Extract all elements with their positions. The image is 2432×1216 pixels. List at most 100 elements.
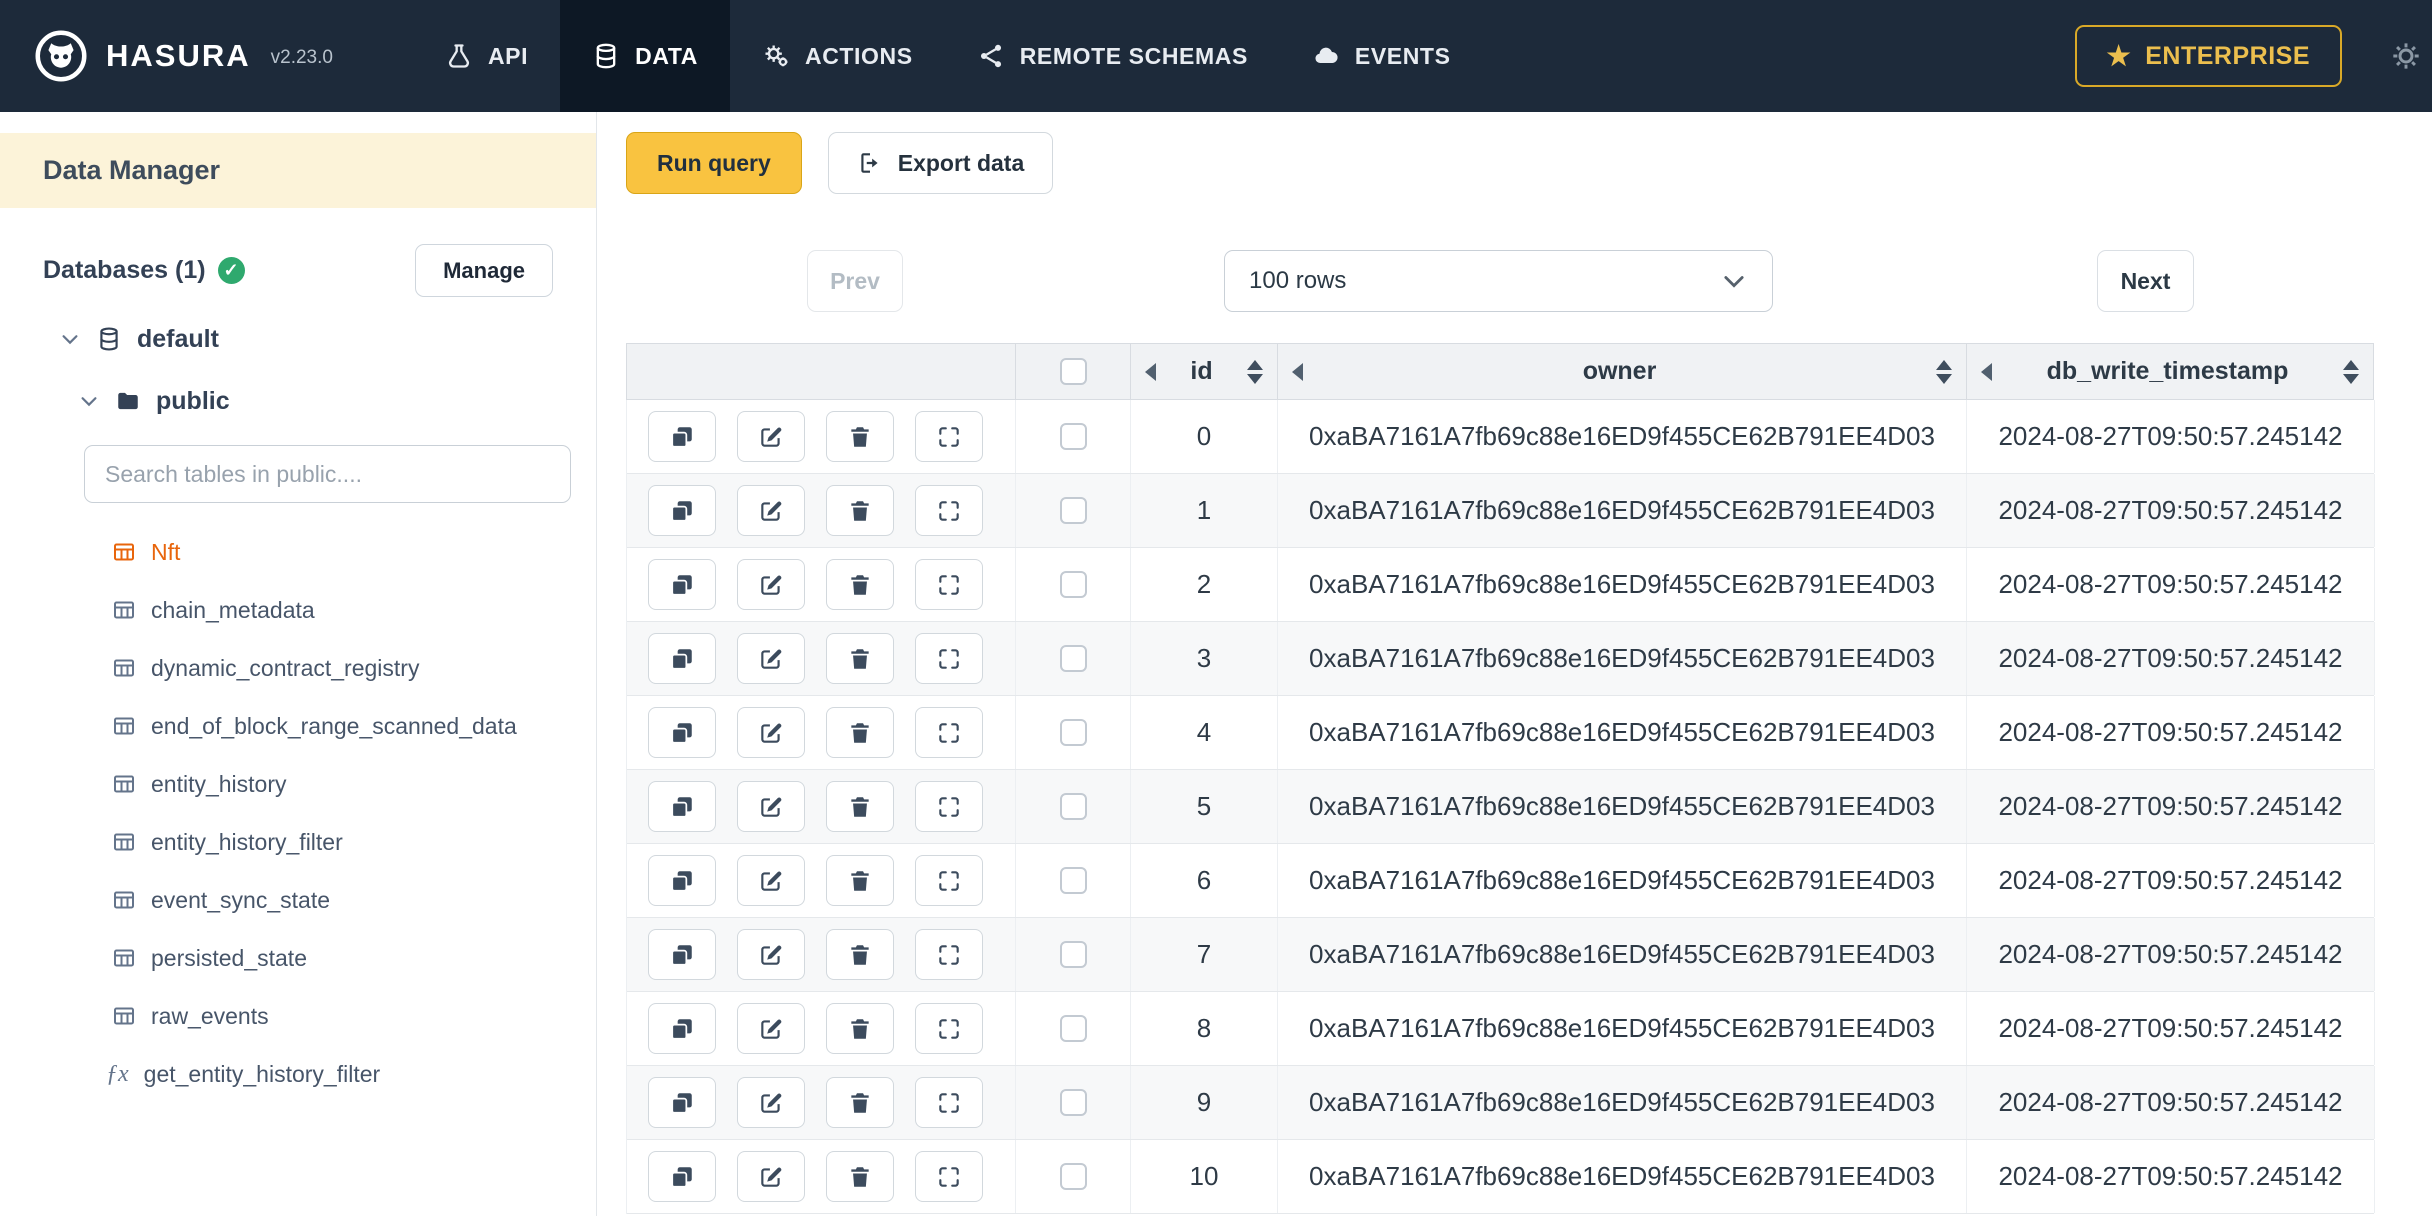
enterprise-button[interactable]: ★ ENTERPRISE — [2074, 25, 2342, 87]
expand-row-button[interactable] — [915, 1077, 983, 1128]
sidebar-table-item[interactable]: entity_history — [0, 755, 596, 813]
expand-row-button[interactable] — [915, 411, 983, 462]
cell-id: 1 — [1131, 474, 1278, 547]
delete-row-button[interactable] — [826, 485, 894, 536]
expand-row-button[interactable] — [915, 559, 983, 610]
delete-row-button[interactable] — [826, 1003, 894, 1054]
copy-row-button[interactable] — [648, 781, 716, 832]
table-list: Nft chain_metadata dynamic_contract_regi… — [0, 523, 596, 1103]
expand-icon — [936, 1090, 962, 1116]
delete-row-button[interactable] — [826, 855, 894, 906]
sidebar-table-item[interactable]: event_sync_state — [0, 871, 596, 929]
nav-item-data[interactable]: DATA — [560, 0, 730, 112]
row-checkbox[interactable] — [1059, 1089, 1087, 1116]
edit-row-button[interactable] — [737, 1003, 805, 1054]
nav-item-api[interactable]: API — [413, 0, 560, 112]
row-checkbox[interactable] — [1059, 1015, 1087, 1042]
expand-row-button[interactable] — [915, 1003, 983, 1054]
edit-row-button[interactable] — [737, 485, 805, 536]
sidebar-function-item[interactable]: ƒx get_entity_history_filter — [0, 1045, 596, 1103]
row-checkbox[interactable] — [1059, 719, 1087, 746]
edit-row-button[interactable] — [737, 411, 805, 462]
tree-item-public[interactable]: public — [78, 381, 596, 421]
chevron-down-icon[interactable] — [78, 390, 100, 412]
edit-row-button[interactable] — [737, 1151, 805, 1202]
row-checkbox[interactable] — [1059, 423, 1087, 450]
expand-row-button[interactable] — [915, 633, 983, 684]
sidebar-table-item[interactable]: raw_events — [0, 987, 596, 1045]
delete-row-button[interactable] — [826, 411, 894, 462]
row-checkbox[interactable] — [1059, 645, 1087, 672]
export-data-button[interactable]: Export data — [827, 132, 1054, 194]
next-button[interactable]: Next — [2097, 250, 2194, 312]
expand-row-button[interactable] — [915, 1151, 983, 1202]
expand-row-button[interactable] — [915, 707, 983, 758]
edit-row-button[interactable] — [737, 1077, 805, 1128]
edit-row-button[interactable] — [737, 559, 805, 610]
sidebar-table-item[interactable]: end_of_block_range_scanned_data — [0, 697, 596, 755]
copy-row-button[interactable] — [648, 411, 716, 462]
delete-row-button[interactable] — [826, 929, 894, 980]
delete-row-button[interactable] — [826, 781, 894, 832]
expand-row-button[interactable] — [915, 781, 983, 832]
prev-button[interactable]: Prev — [807, 250, 903, 312]
header-cell-db-write-timestamp[interactable]: db_write_timestamp — [1967, 344, 2373, 399]
column-title: db_write_timestamp — [2046, 357, 2289, 385]
copy-row-button[interactable] — [648, 929, 716, 980]
delete-row-button[interactable] — [826, 1077, 894, 1128]
header-cell-id[interactable]: id — [1131, 344, 1278, 399]
data-manager-title: Data Manager — [43, 155, 221, 185]
delete-row-button[interactable] — [826, 633, 894, 684]
nav-item-remote-schemas[interactable]: REMOTE SCHEMAS — [945, 0, 1280, 112]
row-checkbox[interactable] — [1059, 941, 1087, 968]
expand-icon — [936, 424, 962, 450]
copy-row-button[interactable] — [648, 1077, 716, 1128]
copy-row-button[interactable] — [648, 1151, 716, 1202]
copy-row-button[interactable] — [648, 559, 716, 610]
edit-row-button[interactable] — [737, 633, 805, 684]
sort-icon[interactable] — [1247, 359, 1263, 384]
select-all-checkbox[interactable] — [1059, 358, 1087, 385]
row-checkbox[interactable] — [1059, 1163, 1087, 1190]
row-checkbox[interactable] — [1059, 497, 1087, 524]
chevron-down-icon[interactable] — [59, 328, 81, 350]
sidebar-table-item[interactable]: chain_metadata — [0, 581, 596, 639]
nav-item-actions[interactable]: ACTIONS — [730, 0, 945, 112]
edit-row-button[interactable] — [737, 781, 805, 832]
expand-row-button[interactable] — [915, 855, 983, 906]
edit-icon — [758, 498, 784, 524]
row-checkbox[interactable] — [1059, 793, 1087, 820]
copy-row-button[interactable] — [648, 707, 716, 758]
delete-row-button[interactable] — [826, 707, 894, 758]
sidebar-table-item[interactable]: persisted_state — [0, 929, 596, 987]
expand-row-button[interactable] — [915, 929, 983, 980]
delete-row-button[interactable] — [826, 559, 894, 610]
collapse-column-icon[interactable] — [1981, 362, 1992, 381]
table-search-input[interactable] — [84, 445, 571, 503]
collapse-column-icon[interactable] — [1145, 362, 1156, 381]
edit-row-button[interactable] — [737, 855, 805, 906]
sort-icon[interactable] — [2343, 359, 2359, 384]
edit-row-button[interactable] — [737, 929, 805, 980]
collapse-column-icon[interactable] — [1292, 362, 1303, 381]
rows-per-page-select[interactable]: 100 rows — [1224, 250, 1773, 312]
edit-row-button[interactable] — [737, 707, 805, 758]
settings-gear-icon[interactable] — [2390, 40, 2422, 72]
sidebar-table-item-highlighted[interactable]: Nft — [0, 523, 596, 581]
copy-row-button[interactable] — [648, 1003, 716, 1054]
manage-button[interactable]: Manage — [415, 244, 553, 297]
delete-row-button[interactable] — [826, 1151, 894, 1202]
sort-icon[interactable] — [1936, 359, 1952, 384]
sidebar-table-item[interactable]: dynamic_contract_registry — [0, 639, 596, 697]
run-query-button[interactable]: Run query — [626, 132, 802, 194]
row-checkbox[interactable] — [1059, 571, 1087, 598]
header-cell-owner[interactable]: owner — [1278, 344, 1967, 399]
tree-item-default[interactable]: default — [59, 319, 596, 359]
copy-row-button[interactable] — [648, 485, 716, 536]
copy-row-button[interactable] — [648, 633, 716, 684]
expand-row-button[interactable] — [915, 485, 983, 536]
sidebar-table-item[interactable]: entity_history_filter — [0, 813, 596, 871]
copy-row-button[interactable] — [648, 855, 716, 906]
row-checkbox[interactable] — [1059, 867, 1087, 894]
nav-item-events[interactable]: EVENTS — [1280, 0, 1483, 112]
